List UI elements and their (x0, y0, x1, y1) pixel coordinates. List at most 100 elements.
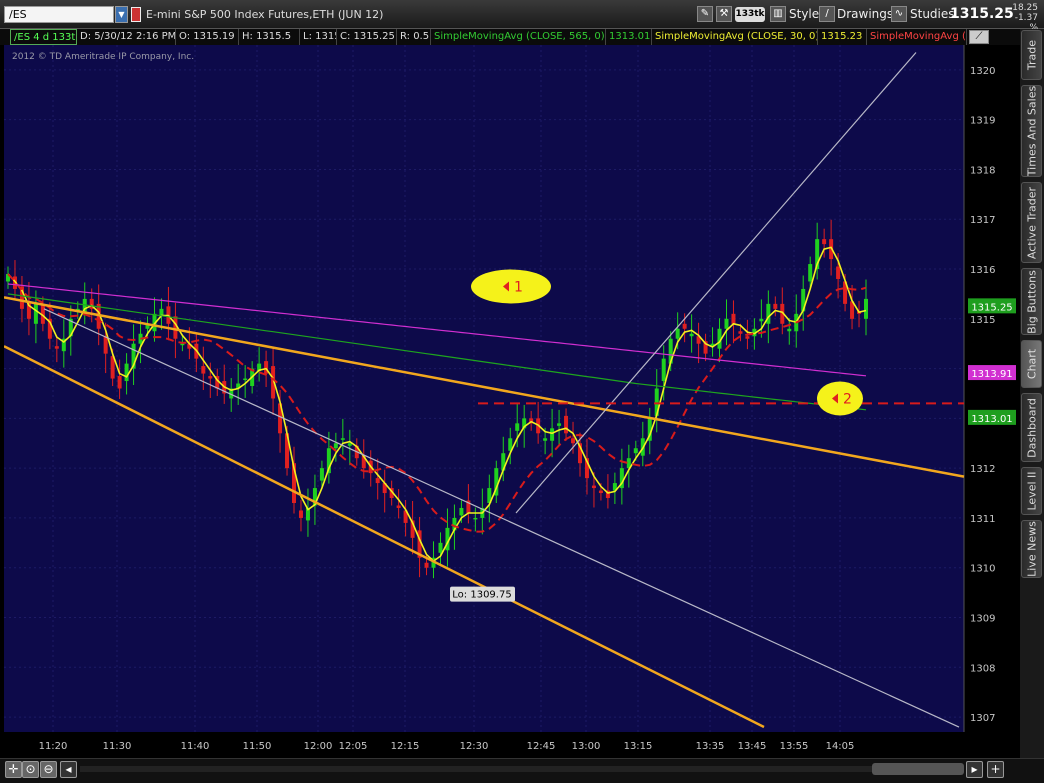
x-tick-label: 12:05 (339, 741, 368, 752)
price-tag-label: 1313.01 (971, 414, 1012, 425)
candle-body (103, 336, 108, 354)
scroll-left-icon[interactable]: ◂ (60, 761, 77, 778)
symbol-description: E-mini S&P 500 Index Futures,ETH (JUN 12… (146, 8, 384, 21)
candle-body (564, 415, 569, 434)
y-tick-label: 1319 (970, 116, 995, 127)
candle-body (633, 448, 638, 454)
low-label: Lo: 1309.75 (452, 590, 511, 601)
y-tick-label: 1307 (970, 713, 995, 724)
style-icon[interactable]: ▥ (770, 6, 786, 22)
candle-body (731, 313, 736, 324)
drawing-tool-icon[interactable]: ✎ (697, 6, 713, 22)
side-tab-big-buttons[interactable]: Big Buttons (1021, 268, 1042, 335)
x-tick-label: 11:50 (243, 741, 272, 752)
side-tab-label: Active Trader (1025, 186, 1038, 259)
x-tick-label: 11:40 (181, 741, 210, 752)
plot-background (4, 45, 964, 732)
copyright-watermark: 2012 © TD Ameritrade IP Company, Inc. (12, 52, 195, 62)
studies-button[interactable]: Studies (910, 5, 955, 24)
candle-body (822, 239, 827, 245)
candle-body (319, 468, 324, 481)
candle-body (347, 443, 352, 446)
side-tab-active-trader[interactable]: Active Trader (1021, 182, 1042, 263)
candle-body (340, 438, 345, 440)
chart-info-bar: /ES 4 d 133t D: 5/30/12 2:16 PM O: 1315.… (0, 29, 1044, 45)
candle-body (787, 328, 792, 332)
annotation-label: 2 (843, 391, 852, 407)
candle-body (424, 562, 429, 568)
candle-body (808, 264, 813, 282)
candle-body (333, 443, 338, 449)
zoom-expand-icon[interactable]: + (987, 761, 1004, 778)
symbol-period[interactable]: /ES 4 d 133t (10, 29, 77, 45)
scrollbar-thumb[interactable] (872, 763, 964, 775)
x-tick-label: 13:55 (780, 741, 809, 752)
price-axis-background (964, 45, 1017, 758)
candle-body (738, 331, 743, 334)
candle-body (180, 343, 185, 346)
side-tab-chart[interactable]: Chart (1021, 340, 1042, 388)
y-tick-label: 1308 (970, 663, 995, 674)
studies-icon[interactable]: ∿ (891, 6, 907, 22)
candle-body (571, 438, 576, 444)
x-tick-label: 13:00 (572, 741, 601, 752)
side-tab-dashboard[interactable]: Dashboard (1021, 393, 1042, 462)
x-tick-label: 12:15 (391, 741, 420, 752)
side-tab-label: Big Buttons (1025, 269, 1038, 334)
candle-body (208, 376, 213, 379)
candle-body (864, 298, 868, 319)
pattern-icon[interactable]: ⚒ (716, 6, 732, 22)
drawings-icon[interactable]: / (819, 6, 835, 22)
price-tag-label: 1315.25 (971, 302, 1012, 313)
y-tick-label: 1318 (970, 165, 995, 176)
candle-body (124, 363, 129, 382)
top-toolbar: /ES ▼ E-mini S&P 500 Index Futures,ETH (… (0, 0, 1044, 33)
drawings-button[interactable]: Drawings (837, 5, 893, 24)
study-sma-3[interactable]: SimpleMovingAvg (... (867, 29, 967, 45)
y-tick-label: 1312 (970, 464, 995, 475)
y-tick-label: 1310 (970, 564, 995, 575)
candle-body (54, 346, 59, 349)
style-button[interactable]: Style (789, 5, 819, 24)
symbol-input[interactable]: /ES (4, 6, 114, 23)
chart-settings-icon[interactable]: ⟋ (969, 30, 989, 44)
x-tick-label: 11:20 (39, 741, 68, 752)
horizontal-scrollbar[interactable] (80, 764, 940, 774)
scrollbar-track[interactable] (80, 766, 940, 772)
x-tick-label: 13:35 (696, 741, 725, 752)
side-tab-label: Times And Sales (1025, 85, 1038, 177)
side-tab-trade[interactable]: Trade (1021, 30, 1042, 80)
candle-body (836, 266, 841, 279)
zoom-out-icon[interactable]: ⊖ (40, 761, 57, 778)
candle-body (682, 323, 687, 329)
magnifier-icon[interactable]: ⊙ (22, 761, 39, 778)
symbol-dropdown-button[interactable]: ▼ (115, 6, 128, 23)
study-sma-30-value: 1315.23 (818, 29, 867, 45)
x-tick-label: 12:00 (304, 741, 333, 752)
study-sma-565[interactable]: SimpleMovingAvg (CLOSE, 565, 0) (431, 29, 606, 45)
scroll-right-icon[interactable]: ▸ (966, 761, 983, 778)
crosshair-icon[interactable]: ✛ (5, 761, 22, 778)
link-color-icon[interactable] (131, 7, 141, 22)
bottom-toolbar: ✛ ⊙ ⊖ ◂ ▸ + (0, 758, 1044, 783)
side-tab-times-and-sales[interactable]: Times And Sales (1021, 85, 1042, 177)
y-tick-label: 1315 (970, 315, 995, 326)
candle-body (459, 507, 464, 516)
annotation-marker (471, 269, 551, 304)
bar-close: C: 1315.25 (337, 29, 397, 45)
y-tick-label: 1311 (970, 514, 995, 525)
study-sma-30[interactable]: SimpleMovingAvg (CLOSE, 30, 0) (652, 29, 818, 45)
net-change-value: -18.25 (1008, 3, 1038, 13)
candle-body (543, 438, 548, 441)
side-tab-level-ii[interactable]: Level II (1021, 467, 1042, 515)
candle-body (773, 303, 778, 309)
last-price: 1315.25 (950, 6, 1014, 22)
aggregation-badge[interactable]: 133tk (735, 7, 765, 22)
study-sma-565-value: 1313.01 (606, 29, 652, 45)
candle-body (759, 318, 764, 322)
side-tab-live-news[interactable]: Live News (1021, 520, 1042, 578)
candle-body (557, 423, 562, 426)
price-chart[interactable]: 1307130813091310131113121313131413151316… (4, 45, 1017, 758)
candle-body (661, 358, 666, 382)
x-tick-label: 11:30 (103, 741, 132, 752)
